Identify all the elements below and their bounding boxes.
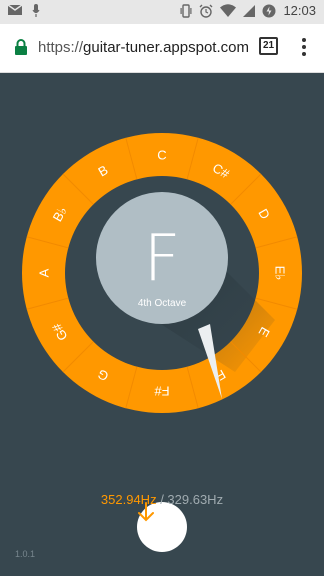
current-frequency: 352.94Hz: [100, 492, 157, 507]
note-label[interactable]: F#: [154, 384, 170, 399]
browser-toolbar: https://guitar-tuner.appspot.com 21: [0, 24, 324, 73]
mail-icon: [8, 4, 22, 15]
mic-icon: [32, 4, 40, 17]
status-bar: 12:03: [0, 0, 324, 24]
tuner-wheel: CC#DE♭EFF#GG#AB♭B F 4th Octave: [22, 133, 302, 413]
status-left-icons: [8, 4, 40, 18]
note-label[interactable]: A: [37, 268, 52, 277]
alarm-icon: [199, 4, 213, 18]
note-label[interactable]: E♭: [273, 266, 288, 281]
status-right-icons: 12:03: [180, 3, 316, 18]
url-host: guitar-tuner.appspot.com: [83, 39, 249, 56]
status-time: 12:03: [283, 3, 316, 18]
mic-toggle-button[interactable]: [137, 502, 187, 552]
signal-icon: [243, 4, 256, 17]
vibrate-icon: [180, 3, 192, 18]
battery-charging-icon: [262, 4, 276, 17]
target-frequency: 329.63Hz: [167, 492, 224, 507]
frequency-readout: 352.94Hz / 329.63Hz: [0, 492, 324, 507]
detected-note: F: [144, 222, 181, 296]
tab-switcher-button[interactable]: 21: [259, 37, 278, 55]
lock-icon: [15, 39, 27, 55]
frequency-separator: /: [156, 492, 168, 507]
overflow-menu-icon[interactable]: [300, 38, 308, 58]
url-field[interactable]: https://guitar-tuner.appspot.com: [38, 39, 249, 56]
octave-label: 4th Octave: [138, 298, 187, 309]
wifi-icon: [220, 4, 237, 17]
url-scheme: https://: [38, 39, 84, 56]
app-version: 1.0.1: [15, 549, 36, 559]
note-label[interactable]: C: [157, 148, 166, 163]
